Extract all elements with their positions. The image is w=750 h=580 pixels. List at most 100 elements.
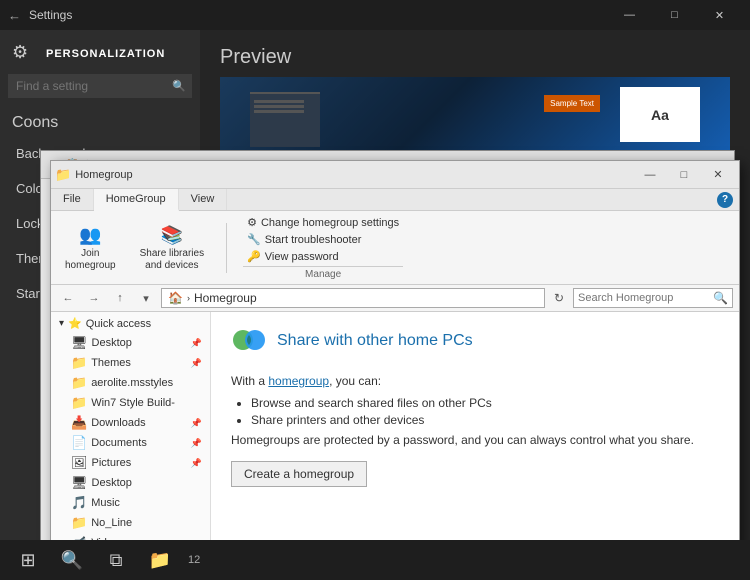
nav-item-win7-label: Win7 Style Build- xyxy=(91,397,175,409)
view-password-item[interactable]: 🔑 View password xyxy=(243,249,403,264)
explorer-minimize-button[interactable]: — xyxy=(633,161,667,189)
maximize-button[interactable]: □ xyxy=(652,0,697,30)
troubleshooter-icon: 🔧 xyxy=(247,233,261,246)
desktop-icon-1: 🖥 xyxy=(71,335,88,351)
change-homegroup-settings-item[interactable]: ⚙ Change homegroup settings xyxy=(243,215,403,230)
nav-item-documents-label: Documents xyxy=(91,437,147,449)
ribbon-tab-view[interactable]: View xyxy=(179,189,228,210)
explorer-titlebar: 📁 Homegroup — □ ✕ xyxy=(51,161,739,189)
manage-group-label: Manage xyxy=(243,266,403,280)
password-icon: 🔑 xyxy=(247,250,261,263)
search-input[interactable] xyxy=(8,74,192,98)
nav-item-noline[interactable]: 📁 No_Line xyxy=(51,513,210,533)
preview-line-1 xyxy=(254,100,304,103)
explorer-addressbar: ← → ↑ ▾ 🏠 › Homegroup ↻ 🔍 xyxy=(51,285,739,312)
nav-item-aerolite-label: aerolite.msstyles xyxy=(91,377,173,389)
minimize-button[interactable]: — xyxy=(607,0,652,30)
homegroup-bullet-1: Browse and search shared files on other … xyxy=(251,396,719,410)
downloads-icon: 📥 xyxy=(71,415,87,431)
explorer-window: 📁 Homegroup — □ ✕ File HomeGroup View ? xyxy=(50,160,740,550)
join-homegroup-button[interactable]: 👥 Joinhomegroup xyxy=(59,221,122,275)
forward-nav-button[interactable]: → xyxy=(83,288,105,308)
preview-lines xyxy=(250,94,320,121)
personalization-title: PERSONALIZATION xyxy=(46,48,165,60)
quick-access-label: Quick access xyxy=(86,318,151,330)
search-taskbar-button[interactable]: 🔍 xyxy=(52,541,92,579)
nav-item-aerolite[interactable]: 📁 aerolite.msstyles xyxy=(51,373,210,393)
nav-item-desktop-2[interactable]: 🖥 Desktop xyxy=(51,473,210,493)
create-homegroup-button[interactable]: Create a homegroup xyxy=(231,461,367,487)
preview-aa-text: Aa xyxy=(651,107,669,123)
start-troubleshooter-item[interactable]: 🔧 Start troubleshooter xyxy=(243,232,403,247)
ribbon-content: 👥 Joinhomegroup 📚 Share librariesand dev… xyxy=(51,211,739,284)
music-icon: 🎵 xyxy=(71,495,87,511)
preview-sample-text: Sample Text xyxy=(544,95,600,112)
recent-nav-button[interactable]: ▾ xyxy=(135,288,157,308)
back-nav-button[interactable]: ← xyxy=(57,288,79,308)
documents-icon: 📄 xyxy=(71,435,87,451)
preview-label: Preview xyxy=(200,30,750,77)
nav-item-noline-label: No_Line xyxy=(91,517,132,529)
search-explorer-input[interactable] xyxy=(578,292,713,304)
quick-access-header[interactable]: ▾ ⭐ Quick access xyxy=(51,314,210,333)
explorer-folder-icon: 📁 xyxy=(55,167,71,183)
start-button[interactable]: ⊞ xyxy=(8,541,48,579)
nav-item-themes[interactable]: 📁 Themes 📌 xyxy=(51,353,210,373)
quick-access-icon: ⭐ xyxy=(68,317,82,330)
share-icon: 📚 xyxy=(160,224,184,248)
gear-icon: ⚙ xyxy=(12,42,36,66)
pin-icon-2: 📌 xyxy=(191,358,202,369)
explorer-close-button[interactable]: ✕ xyxy=(701,161,735,189)
homegroup-link[interactable]: homegroup xyxy=(268,374,329,388)
homegroup-bullet-2: Share printers and other devices xyxy=(251,413,719,427)
nav-item-downloads-label: Downloads xyxy=(91,417,145,429)
titlebar-controls: — □ ✕ xyxy=(607,0,742,30)
nav-item-pictures[interactable]: 🖼 Pictures 📌 xyxy=(51,453,210,473)
homegroup-intro: With a homegroup, you can: xyxy=(231,374,719,388)
explorer-taskbar-button[interactable]: 📁 xyxy=(140,541,180,579)
help-icon[interactable]: ? xyxy=(717,192,733,208)
share-libraries-button[interactable]: 📚 Share librariesand devices xyxy=(134,221,210,275)
ribbon-tabs: File HomeGroup View ? xyxy=(51,189,739,211)
address-path[interactable]: 🏠 › Homegroup xyxy=(161,288,545,308)
back-icon[interactable]: ← xyxy=(8,8,21,23)
nav-item-downloads[interactable]: 📥 Downloads 📌 xyxy=(51,413,210,433)
homegroup-header-title: Share with other home PCs xyxy=(277,332,473,350)
aerolite-icon: 📁 xyxy=(71,375,87,391)
refresh-button[interactable]: ↻ xyxy=(549,288,569,308)
settings-titlebar-left: ← Settings xyxy=(8,8,72,23)
quick-access-section: ▾ ⭐ Quick access 🖥 Desktop 📌 📁 Themes 📌 xyxy=(51,312,210,549)
desktop-icon-2: 🖥 xyxy=(71,475,88,491)
nav-item-desktop-label-1: Desktop xyxy=(92,337,132,349)
noline-icon: 📁 xyxy=(71,515,87,531)
pictures-icon: 🖼 xyxy=(71,455,88,471)
explorer-titlebar-left: 📁 Homegroup xyxy=(55,167,133,183)
up-nav-button[interactable]: ↑ xyxy=(109,288,131,308)
start-troubleshooter-label: Start troubleshooter xyxy=(265,234,362,246)
coons-text: Coons xyxy=(0,106,200,136)
nav-item-pictures-label: Pictures xyxy=(92,457,132,469)
settings-title: Settings xyxy=(29,8,72,22)
explorer-title: Homegroup xyxy=(75,169,132,181)
sidebar-header: ⚙ PERSONALIZATION xyxy=(0,30,200,74)
search-icon: 🔍 xyxy=(172,80,186,93)
explorer-maximize-button[interactable]: □ xyxy=(667,161,701,189)
preview-dialog: Aa xyxy=(620,87,700,142)
ribbon-tab-file[interactable]: File xyxy=(51,189,94,210)
pin-icon-3: 📌 xyxy=(191,418,202,429)
preview-line-2 xyxy=(254,105,304,108)
preview-window xyxy=(250,92,320,147)
nav-item-documents[interactable]: 📄 Documents 📌 xyxy=(51,433,210,453)
nav-item-win7[interactable]: 📁 Win7 Style Build- xyxy=(51,393,210,413)
search-bar: 🔍 xyxy=(573,288,733,308)
nav-item-music[interactable]: 🎵 Music xyxy=(51,493,210,513)
nav-item-desktop-1[interactable]: 🖥 Desktop 📌 xyxy=(51,333,210,353)
address-path-home-icon: 🏠 xyxy=(168,291,183,305)
nav-pane: ▾ ⭐ Quick access 🖥 Desktop 📌 📁 Themes 📌 xyxy=(51,312,211,549)
homegroup-note: Homegroups are protected by a password, … xyxy=(231,433,719,447)
ribbon-tab-homegroup[interactable]: HomeGroup xyxy=(94,189,179,211)
close-button[interactable]: ✕ xyxy=(697,0,742,30)
search-box: 🔍 xyxy=(8,74,192,98)
task-view-button[interactable]: ⧉ xyxy=(96,541,136,579)
pin-icon-1: 📌 xyxy=(191,338,202,349)
